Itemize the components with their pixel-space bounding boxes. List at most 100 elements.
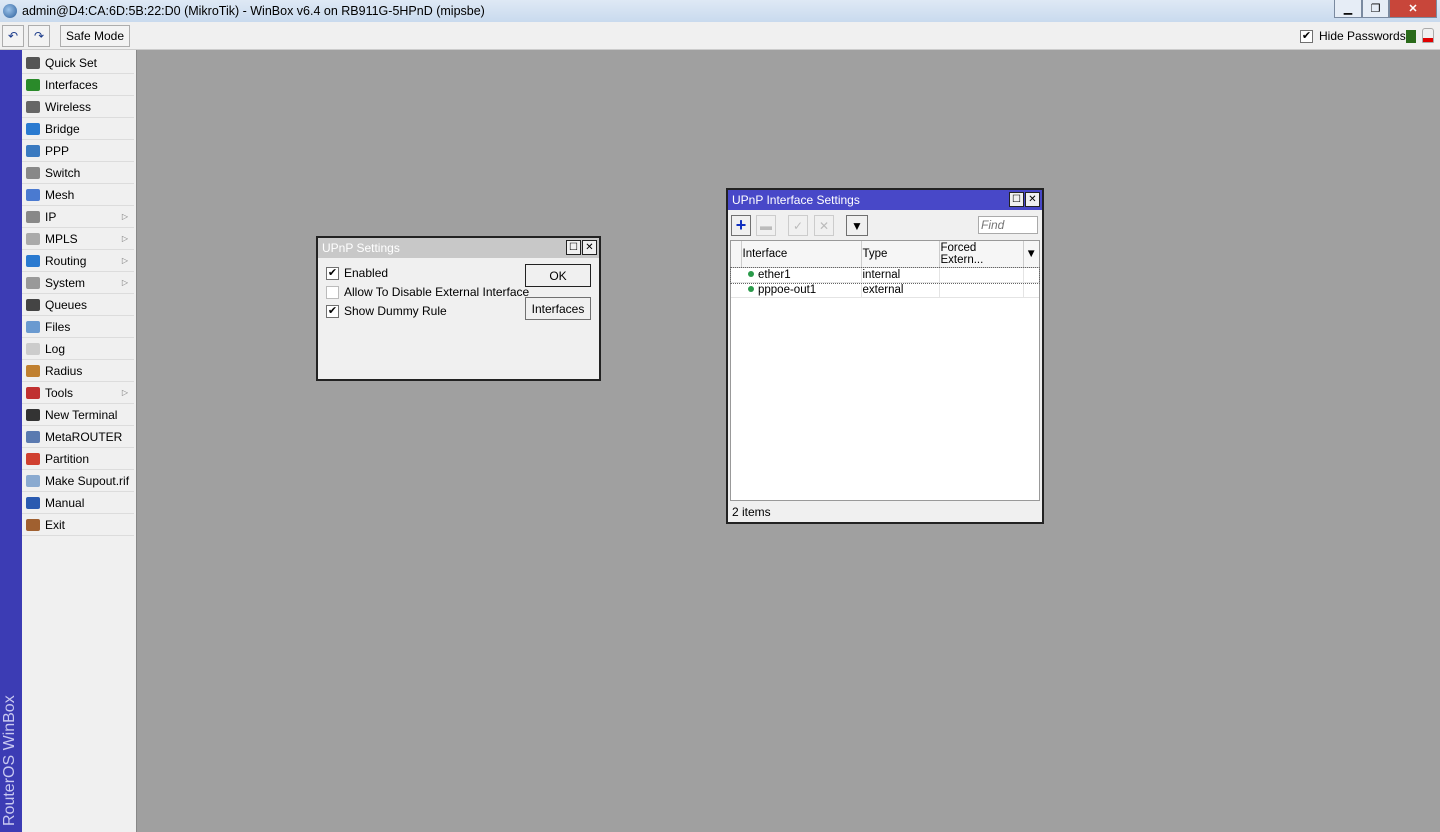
table-row[interactable]: ether1 internal xyxy=(730,266,1040,284)
safe-mode-button[interactable]: Safe Mode xyxy=(60,25,130,47)
minus-icon: ▬ xyxy=(760,218,772,233)
sidebar-item-mpls[interactable]: MPLS ▷ xyxy=(22,228,134,250)
x-icon: ✕ xyxy=(818,218,830,233)
upnp-interfaces-titlebar[interactable]: UPnP Interface Settings ☐ ✕ xyxy=(728,190,1042,210)
filter-button[interactable]: ▼ xyxy=(846,215,868,236)
disable-button[interactable]: ✕ xyxy=(814,215,834,236)
column-header-type[interactable]: Type xyxy=(861,241,940,268)
radius-icon xyxy=(26,364,40,377)
upnp-settings-window: UPnP Settings ☐ ✕ ✔ Enabled Allow To Disa… xyxy=(316,236,601,381)
system-icon xyxy=(26,276,40,289)
title-bar: admin@D4:CA:6D:5B:22:D0 (MikroTik) - Win… xyxy=(0,0,1440,22)
redo-icon: ↷ xyxy=(33,29,45,43)
column-header-forced-external[interactable]: Forced Extern... xyxy=(939,241,1024,268)
sidebar-item-wireless[interactable]: Wireless xyxy=(22,96,134,118)
submenu-arrow-icon: ▷ xyxy=(121,212,128,221)
sidebar-item-radius[interactable]: Radius xyxy=(22,360,134,382)
add-button[interactable]: + xyxy=(731,215,751,236)
sidebar-item-ip[interactable]: IP ▷ xyxy=(22,206,134,228)
maximize-icon[interactable]: ☐ xyxy=(566,240,581,255)
sidebar-item-mesh[interactable]: Mesh xyxy=(22,184,134,206)
make-supout-rif-icon xyxy=(26,474,40,487)
minimize-button[interactable]: ▁ xyxy=(1334,0,1362,18)
sidebar-item-label: Radius xyxy=(45,363,83,378)
undo-button[interactable]: ↶ xyxy=(2,25,24,47)
find-input[interactable] xyxy=(978,216,1038,234)
connection-status-icon xyxy=(1406,30,1416,43)
sidebar-item-label: System xyxy=(45,275,86,290)
dummy-rule-label: Show Dummy Rule xyxy=(344,304,447,318)
dummy-rule-row[interactable]: ✔ Show Dummy Rule xyxy=(326,304,447,318)
ok-button[interactable]: OK xyxy=(525,264,591,287)
log-icon xyxy=(26,342,40,355)
bridge-icon xyxy=(26,122,40,135)
sidebar-item-label: Partition xyxy=(45,451,90,466)
sidebar-item-quick-set[interactable]: Quick Set xyxy=(22,52,134,74)
sidebar-item-ppp[interactable]: PPP xyxy=(22,140,134,162)
remove-button[interactable]: ▬ xyxy=(756,215,776,236)
sidebar-item-label: Exit xyxy=(45,517,66,532)
sidebar-item-system[interactable]: System ▷ xyxy=(22,272,134,294)
sidebar-item-log[interactable]: Log xyxy=(22,338,134,360)
sidebar-item-make-supout-rif[interactable]: Make Supout.rif xyxy=(22,470,134,492)
brand-strip: RouterOS WinBox xyxy=(0,50,22,832)
interfaces-button[interactable]: Interfaces xyxy=(525,297,591,320)
quick-set-icon xyxy=(26,56,40,69)
sidebar-item-tools[interactable]: Tools ▷ xyxy=(22,382,134,404)
interfaces-table: Interface Type Forced Extern... ▼ ether1… xyxy=(730,240,1040,501)
close-button[interactable]: ✕ xyxy=(1389,0,1437,18)
sidebar-item-metarouter[interactable]: MetaROUTER xyxy=(22,426,134,448)
mesh-icon xyxy=(26,188,40,201)
upnp-settings-titlebar[interactable]: UPnP Settings ☐ ✕ xyxy=(318,238,599,258)
new-terminal-icon xyxy=(26,408,40,421)
sidebar-item-routing[interactable]: Routing ▷ xyxy=(22,250,134,272)
submenu-arrow-icon: ▷ xyxy=(121,256,128,265)
plus-icon: + xyxy=(735,215,747,235)
manual-icon xyxy=(26,496,40,509)
table-row[interactable]: pppoe-out1 external xyxy=(731,282,1039,298)
hide-passwords-toggle[interactable]: ✔ Hide Passwords xyxy=(1300,29,1406,43)
allow-disable-row[interactable]: Allow To Disable External Interface xyxy=(326,285,529,299)
column-header-interface[interactable]: Interface xyxy=(741,241,862,268)
sidebar-item-label: IP xyxy=(45,209,57,224)
sidebar-item-files[interactable]: Files xyxy=(22,316,134,338)
sidebar-menu: Quick Set Interfaces Wireless Bridge PPP Swit… xyxy=(22,52,134,536)
sidebar-item-manual[interactable]: Manual xyxy=(22,492,134,514)
interface-cell: ether1 xyxy=(758,269,791,281)
hide-passwords-checkbox[interactable]: ✔ xyxy=(1300,29,1313,43)
type-cell: internal xyxy=(861,267,940,283)
sidebar-item-interfaces[interactable]: Interfaces xyxy=(22,74,134,96)
undo-icon: ↶ xyxy=(7,29,19,43)
enable-button[interactable]: ✓ xyxy=(788,215,808,236)
status-dot-icon xyxy=(748,286,754,292)
close-icon[interactable]: ✕ xyxy=(1025,192,1040,207)
maximize-button[interactable]: ❐ xyxy=(1362,0,1389,18)
column-menu-button[interactable]: ▼ xyxy=(1023,241,1039,268)
status-bar: 2 items xyxy=(732,505,771,519)
row-marker xyxy=(731,268,741,283)
sidebar-item-label: Manual xyxy=(45,495,85,510)
files-icon xyxy=(26,320,40,333)
exit-icon xyxy=(26,518,40,531)
close-icon[interactable]: ✕ xyxy=(582,240,597,255)
sidebar-item-queues[interactable]: Queues xyxy=(22,294,134,316)
sidebar-item-exit[interactable]: Exit xyxy=(22,514,134,536)
sidebar-item-label: Make Supout.rif xyxy=(45,473,130,488)
forced-external-cell xyxy=(939,282,1024,298)
toolbar: ↶ ↷ Safe Mode ✔ Hide Passwords xyxy=(0,22,1440,50)
sidebar-item-new-terminal[interactable]: New Terminal xyxy=(22,404,134,426)
allow-disable-label: Allow To Disable External Interface xyxy=(344,285,530,299)
maximize-icon[interactable]: ☐ xyxy=(1009,192,1024,207)
sidebar-item-bridge[interactable]: Bridge xyxy=(22,118,134,140)
enabled-checkbox[interactable]: ✔ xyxy=(326,266,339,280)
window-title: UPnP Interface Settings xyxy=(732,193,860,207)
upnp-interface-settings-window: UPnP Interface Settings ☐ ✕ + ▬ ✓ ✕ ▼ In… xyxy=(726,188,1044,524)
sidebar-item-switch[interactable]: Switch xyxy=(22,162,134,184)
switch-icon xyxy=(26,166,40,179)
sidebar-item-partition[interactable]: Partition xyxy=(22,448,134,470)
submenu-arrow-icon: ▷ xyxy=(121,278,128,287)
enabled-checkbox-row[interactable]: ✔ Enabled xyxy=(326,266,388,280)
dummy-rule-checkbox[interactable]: ✔ xyxy=(326,304,339,318)
allow-disable-checkbox[interactable] xyxy=(326,285,339,299)
redo-button[interactable]: ↷ xyxy=(28,25,50,47)
